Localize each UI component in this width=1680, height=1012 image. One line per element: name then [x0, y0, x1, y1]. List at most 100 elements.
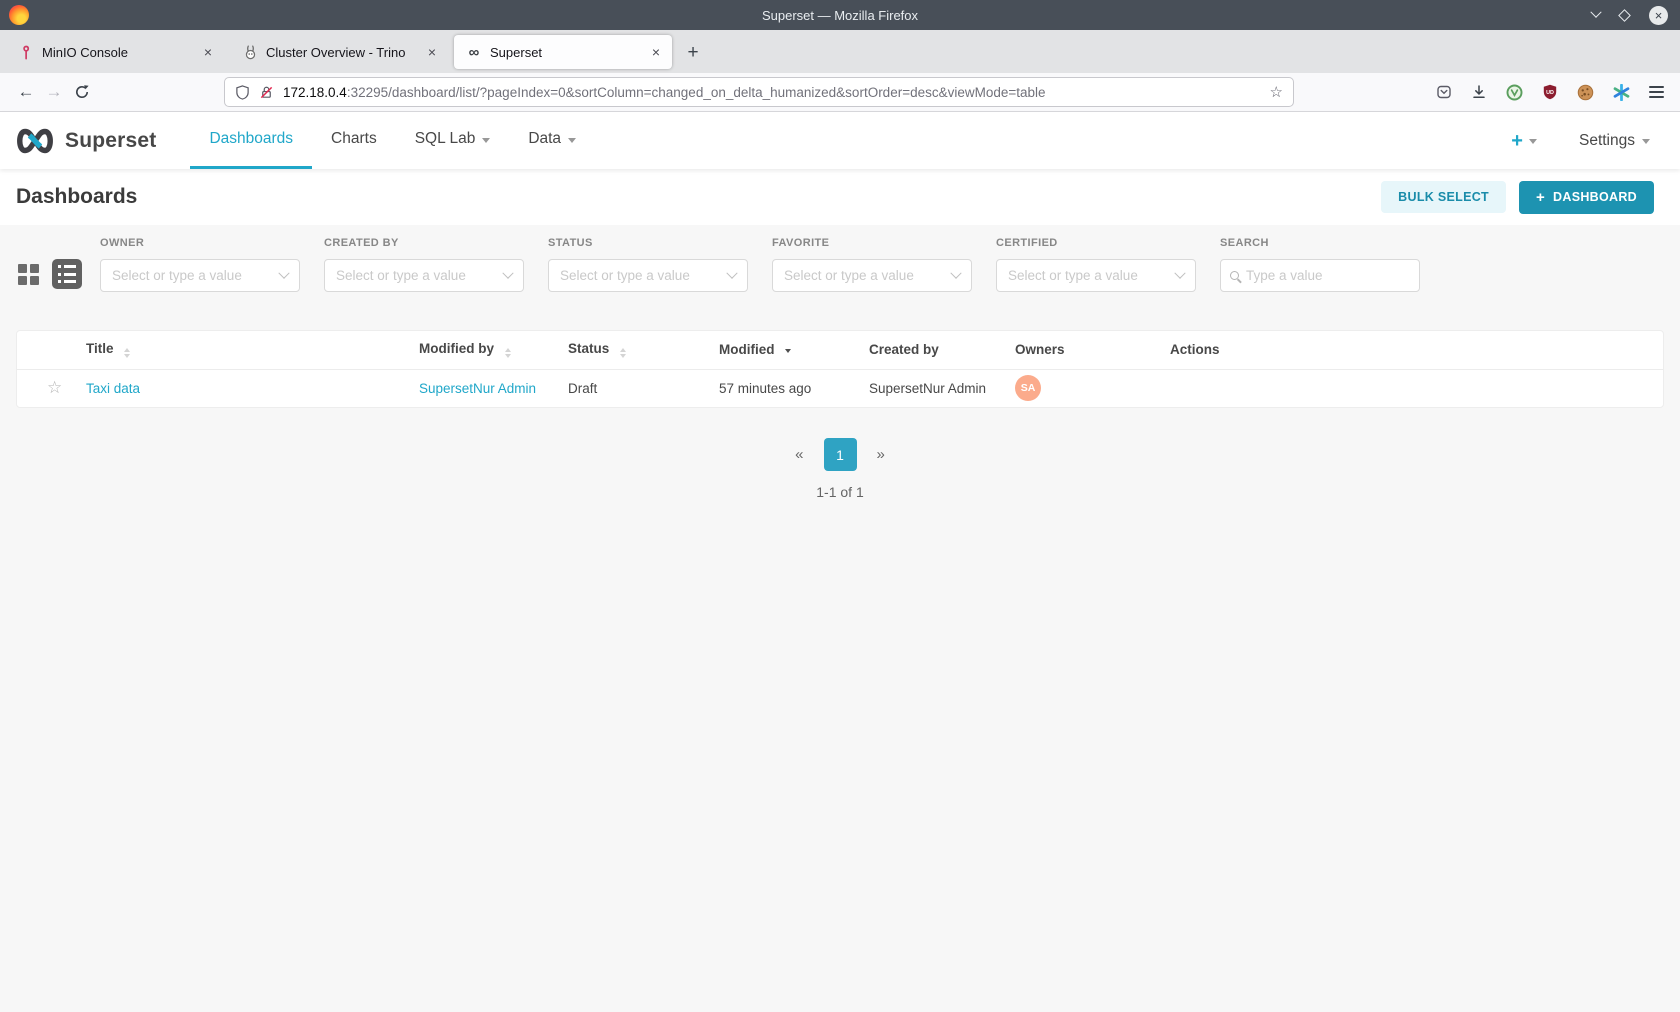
column-header-modified[interactable]: Modified: [719, 331, 869, 369]
chevron-down-icon: [502, 267, 513, 278]
tab-superset[interactable]: ∞ Superset ×: [454, 35, 672, 69]
chevron-down-icon: [482, 138, 490, 143]
settings-menu[interactable]: Settings: [1579, 132, 1650, 150]
plus-icon: +: [1536, 190, 1545, 205]
owner-select[interactable]: Select or type a value: [100, 259, 300, 292]
insecure-lock-icon[interactable]: [259, 85, 274, 100]
filter-status: STATUS Select or type a value: [548, 237, 748, 292]
superset-brand[interactable]: Superset: [0, 112, 156, 169]
downloads-icon[interactable]: [1471, 84, 1487, 100]
list-view-icon[interactable]: [52, 259, 82, 289]
nav-item-charts[interactable]: Charts: [312, 112, 396, 169]
status-value: Draft: [568, 381, 597, 396]
dashboards-table-card: Title Modified by Status Modified: [16, 330, 1664, 408]
favorite-select[interactable]: Select or type a value: [772, 259, 972, 292]
column-header-owners: Owners: [1015, 331, 1170, 369]
chevron-down-icon: [950, 267, 961, 278]
chevron-down-icon: [568, 138, 576, 143]
favorite-star-icon[interactable]: ☆: [17, 378, 62, 398]
table-header-row: Title Modified by Status Modified: [17, 331, 1663, 369]
nav-item-data[interactable]: Data: [509, 112, 595, 169]
filter-created-by: CREATED BY Select or type a value: [324, 237, 524, 292]
window-title: Superset — Mozilla Firefox: [0, 8, 1680, 23]
url-text: 172.18.0.4:32295/dashboard/list/?pageInd…: [283, 85, 1046, 100]
column-header-title[interactable]: Title: [86, 331, 419, 369]
maximize-icon[interactable]: [1618, 9, 1631, 22]
column-header-modified-by[interactable]: Modified by: [419, 331, 568, 369]
menu-icon[interactable]: [1649, 86, 1664, 98]
url-bar[interactable]: 172.18.0.4:32295/dashboard/list/?pageInd…: [224, 77, 1294, 107]
filter-owner: OWNER Select or type a value: [100, 237, 300, 292]
nav-item-sql-lab[interactable]: SQL Lab: [396, 112, 510, 169]
extension-green-icon[interactable]: [1506, 84, 1523, 101]
minimize-icon[interactable]: [1590, 7, 1601, 18]
prev-page-button[interactable]: «: [785, 440, 813, 469]
modified-value: 57 minutes ago: [719, 381, 811, 396]
trino-rabbit-icon: [242, 44, 258, 60]
dashboard-title-link[interactable]: Taxi data: [86, 381, 140, 396]
dashboards-table: Title Modified by Status Modified: [17, 331, 1663, 407]
created-by-select[interactable]: Select or type a value: [324, 259, 524, 292]
new-dashboard-button[interactable]: + DASHBOARD: [1519, 181, 1654, 214]
tab-close-icon[interactable]: ×: [200, 44, 216, 60]
next-page-button[interactable]: »: [867, 440, 895, 469]
table-row: ☆ Taxi data SupersetNur Admin Draft 57 m…: [17, 369, 1663, 407]
tab-trino-cluster-overview[interactable]: Cluster Overview - Trino ×: [230, 35, 448, 69]
forward-icon[interactable]: →: [40, 78, 68, 106]
filter-certified: CERTIFIED Select or type a value: [996, 237, 1196, 292]
status-select[interactable]: Select or type a value: [548, 259, 748, 292]
filter-bar: OWNER Select or type a value CREATED BY …: [0, 225, 1680, 292]
search-icon: [1230, 271, 1239, 280]
certified-select[interactable]: Select or type a value: [996, 259, 1196, 292]
tab-label: Superset: [490, 45, 648, 60]
page-number-button[interactable]: 1: [824, 438, 857, 471]
plus-icon: +: [1511, 131, 1523, 151]
column-header-status[interactable]: Status: [568, 331, 719, 369]
reload-icon[interactable]: [68, 78, 96, 106]
sort-icons: [505, 348, 511, 358]
minio-flamingo-icon: [18, 44, 34, 60]
dashboard-list-content: OWNER Select or type a value CREATED BY …: [0, 225, 1680, 1012]
chevron-down-icon: [1642, 139, 1650, 144]
owner-avatar[interactable]: SA: [1015, 375, 1041, 401]
bookmark-star-icon[interactable]: ☆: [1270, 83, 1283, 101]
chevron-down-icon: [278, 267, 289, 278]
browser-toolbar: ← → 172.18.0.4:32295/dashboard/list/?pag…: [0, 73, 1680, 112]
filter-favorite: FAVORITE Select or type a value: [772, 237, 972, 292]
sort-icons-active-desc: [785, 349, 791, 353]
chevron-down-icon: [1529, 139, 1537, 144]
filter-search: SEARCH: [1220, 237, 1420, 292]
pagination-summary: 1-1 of 1: [0, 484, 1680, 500]
window-close-icon[interactable]: ×: [1649, 6, 1668, 25]
new-item-menu[interactable]: +: [1511, 131, 1537, 151]
brand-name: Superset: [65, 129, 156, 153]
tracking-shield-icon[interactable]: [235, 85, 250, 100]
superset-logo-icon: [14, 128, 56, 154]
created-by-value: SupersetNur Admin: [869, 381, 986, 396]
back-icon[interactable]: ←: [12, 78, 40, 106]
pocket-icon[interactable]: [1436, 84, 1452, 100]
sort-icons: [620, 348, 626, 358]
column-header-created-by: Created by: [869, 331, 1015, 369]
new-tab-button[interactable]: +: [678, 38, 708, 68]
tab-close-icon[interactable]: ×: [648, 44, 664, 60]
nav-item-dashboards[interactable]: Dashboards: [190, 112, 312, 169]
card-view-icon[interactable]: [18, 264, 39, 285]
tab-minio-console[interactable]: MinIO Console ×: [6, 35, 224, 69]
favorite-column-header: [17, 331, 86, 369]
asterisk-extension-icon[interactable]: [1613, 84, 1630, 101]
column-header-actions: Actions: [1170, 331, 1663, 369]
ublock-shield-icon[interactable]: UD: [1542, 84, 1558, 100]
chevron-down-icon: [726, 267, 737, 278]
superset-favicon: ∞: [466, 44, 482, 60]
tab-close-icon[interactable]: ×: [424, 44, 440, 60]
modified-by-link[interactable]: SupersetNur Admin: [419, 381, 536, 396]
window-titlebar: Superset — Mozilla Firefox ×: [0, 0, 1680, 30]
page-title: Dashboards: [16, 185, 137, 209]
actions-cell: [1170, 369, 1663, 407]
cookie-icon[interactable]: [1577, 84, 1594, 101]
bulk-select-button[interactable]: BULK SELECT: [1381, 181, 1506, 213]
search-input[interactable]: [1246, 268, 1406, 283]
tab-strip: MinIO Console × Cluster Overview - Trino…: [0, 30, 1680, 73]
tab-label: MinIO Console: [42, 45, 200, 60]
